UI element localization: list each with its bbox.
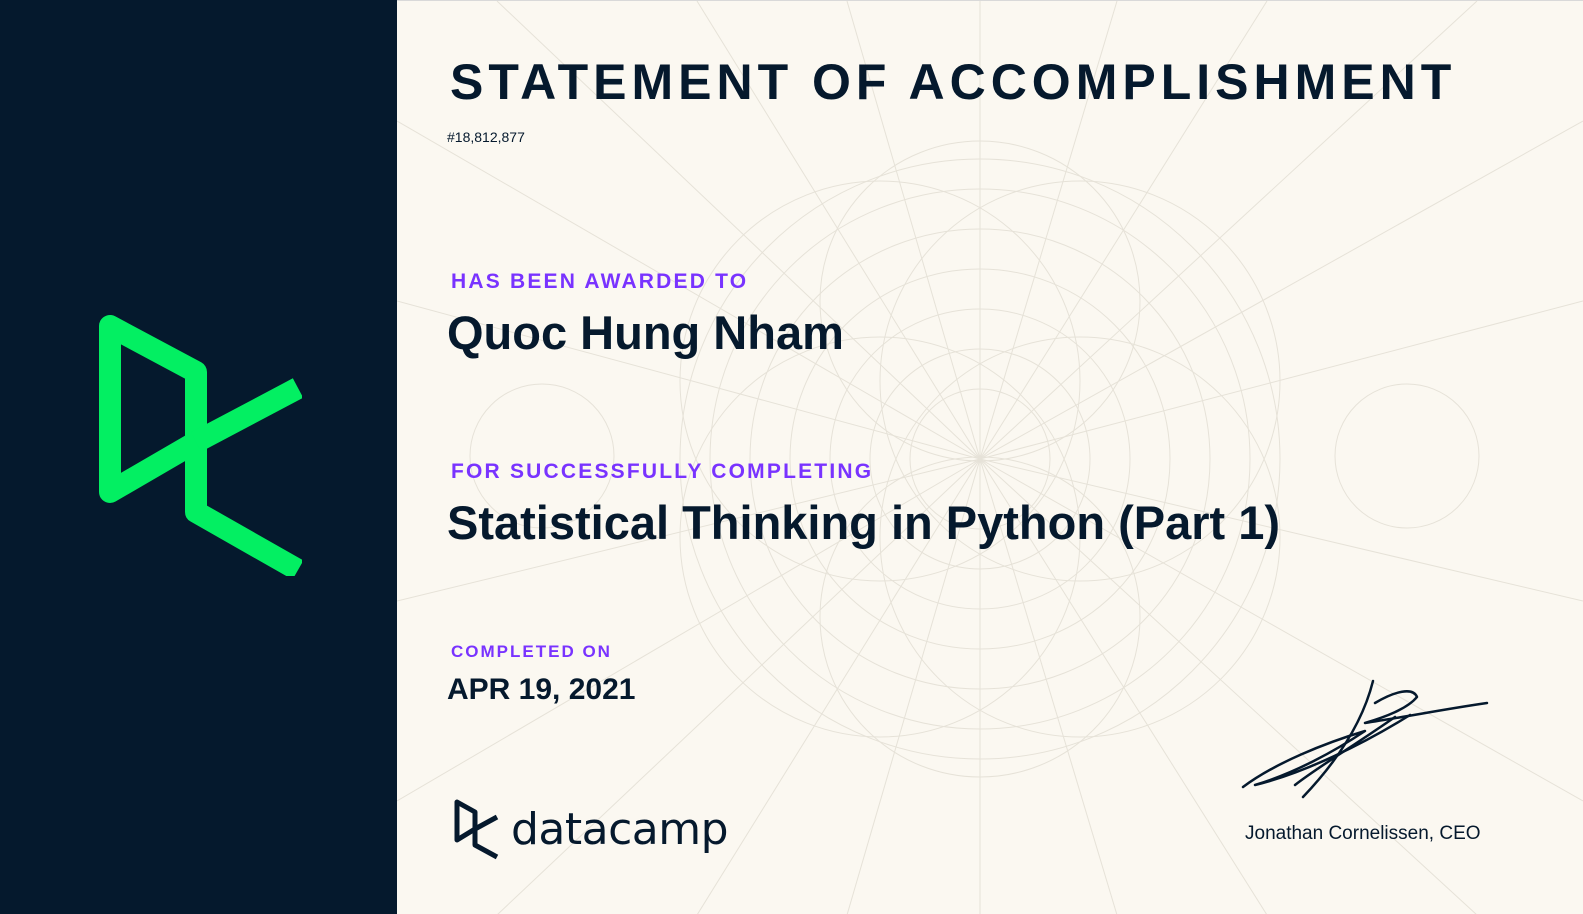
datacamp-logo-icon [454, 799, 499, 860]
brand-wordmark: datacamp [511, 803, 729, 855]
completing-label: FOR SUCCESSFULLY COMPLETING [451, 460, 874, 483]
datacamp-logo-icon [99, 315, 302, 576]
completed-label: COMPLETED ON [451, 642, 612, 661]
certificate-body: STATEMENT OF ACCOMPLISHMENT #18,812,877 … [397, 0, 1583, 914]
certificate-id: #18,812,877 [447, 129, 525, 145]
certificate: STATEMENT OF ACCOMPLISHMENT #18,812,877 … [0, 0, 1583, 914]
sidebar-panel [0, 0, 397, 914]
brand-logo: datacamp [453, 796, 729, 862]
signer-name: Jonathan Cornelissen, CEO [1245, 823, 1481, 844]
completion-date: APR 19, 2021 [447, 673, 636, 706]
recipient-name: Quoc Hung Nham [447, 306, 844, 359]
course-title: Statistical Thinking in Python (Part 1) [447, 496, 1281, 549]
awarded-label: HAS BEEN AWARDED TO [451, 270, 749, 293]
signature [1241, 679, 1489, 799]
certificate-title: STATEMENT OF ACCOMPLISHMENT [450, 54, 1457, 110]
